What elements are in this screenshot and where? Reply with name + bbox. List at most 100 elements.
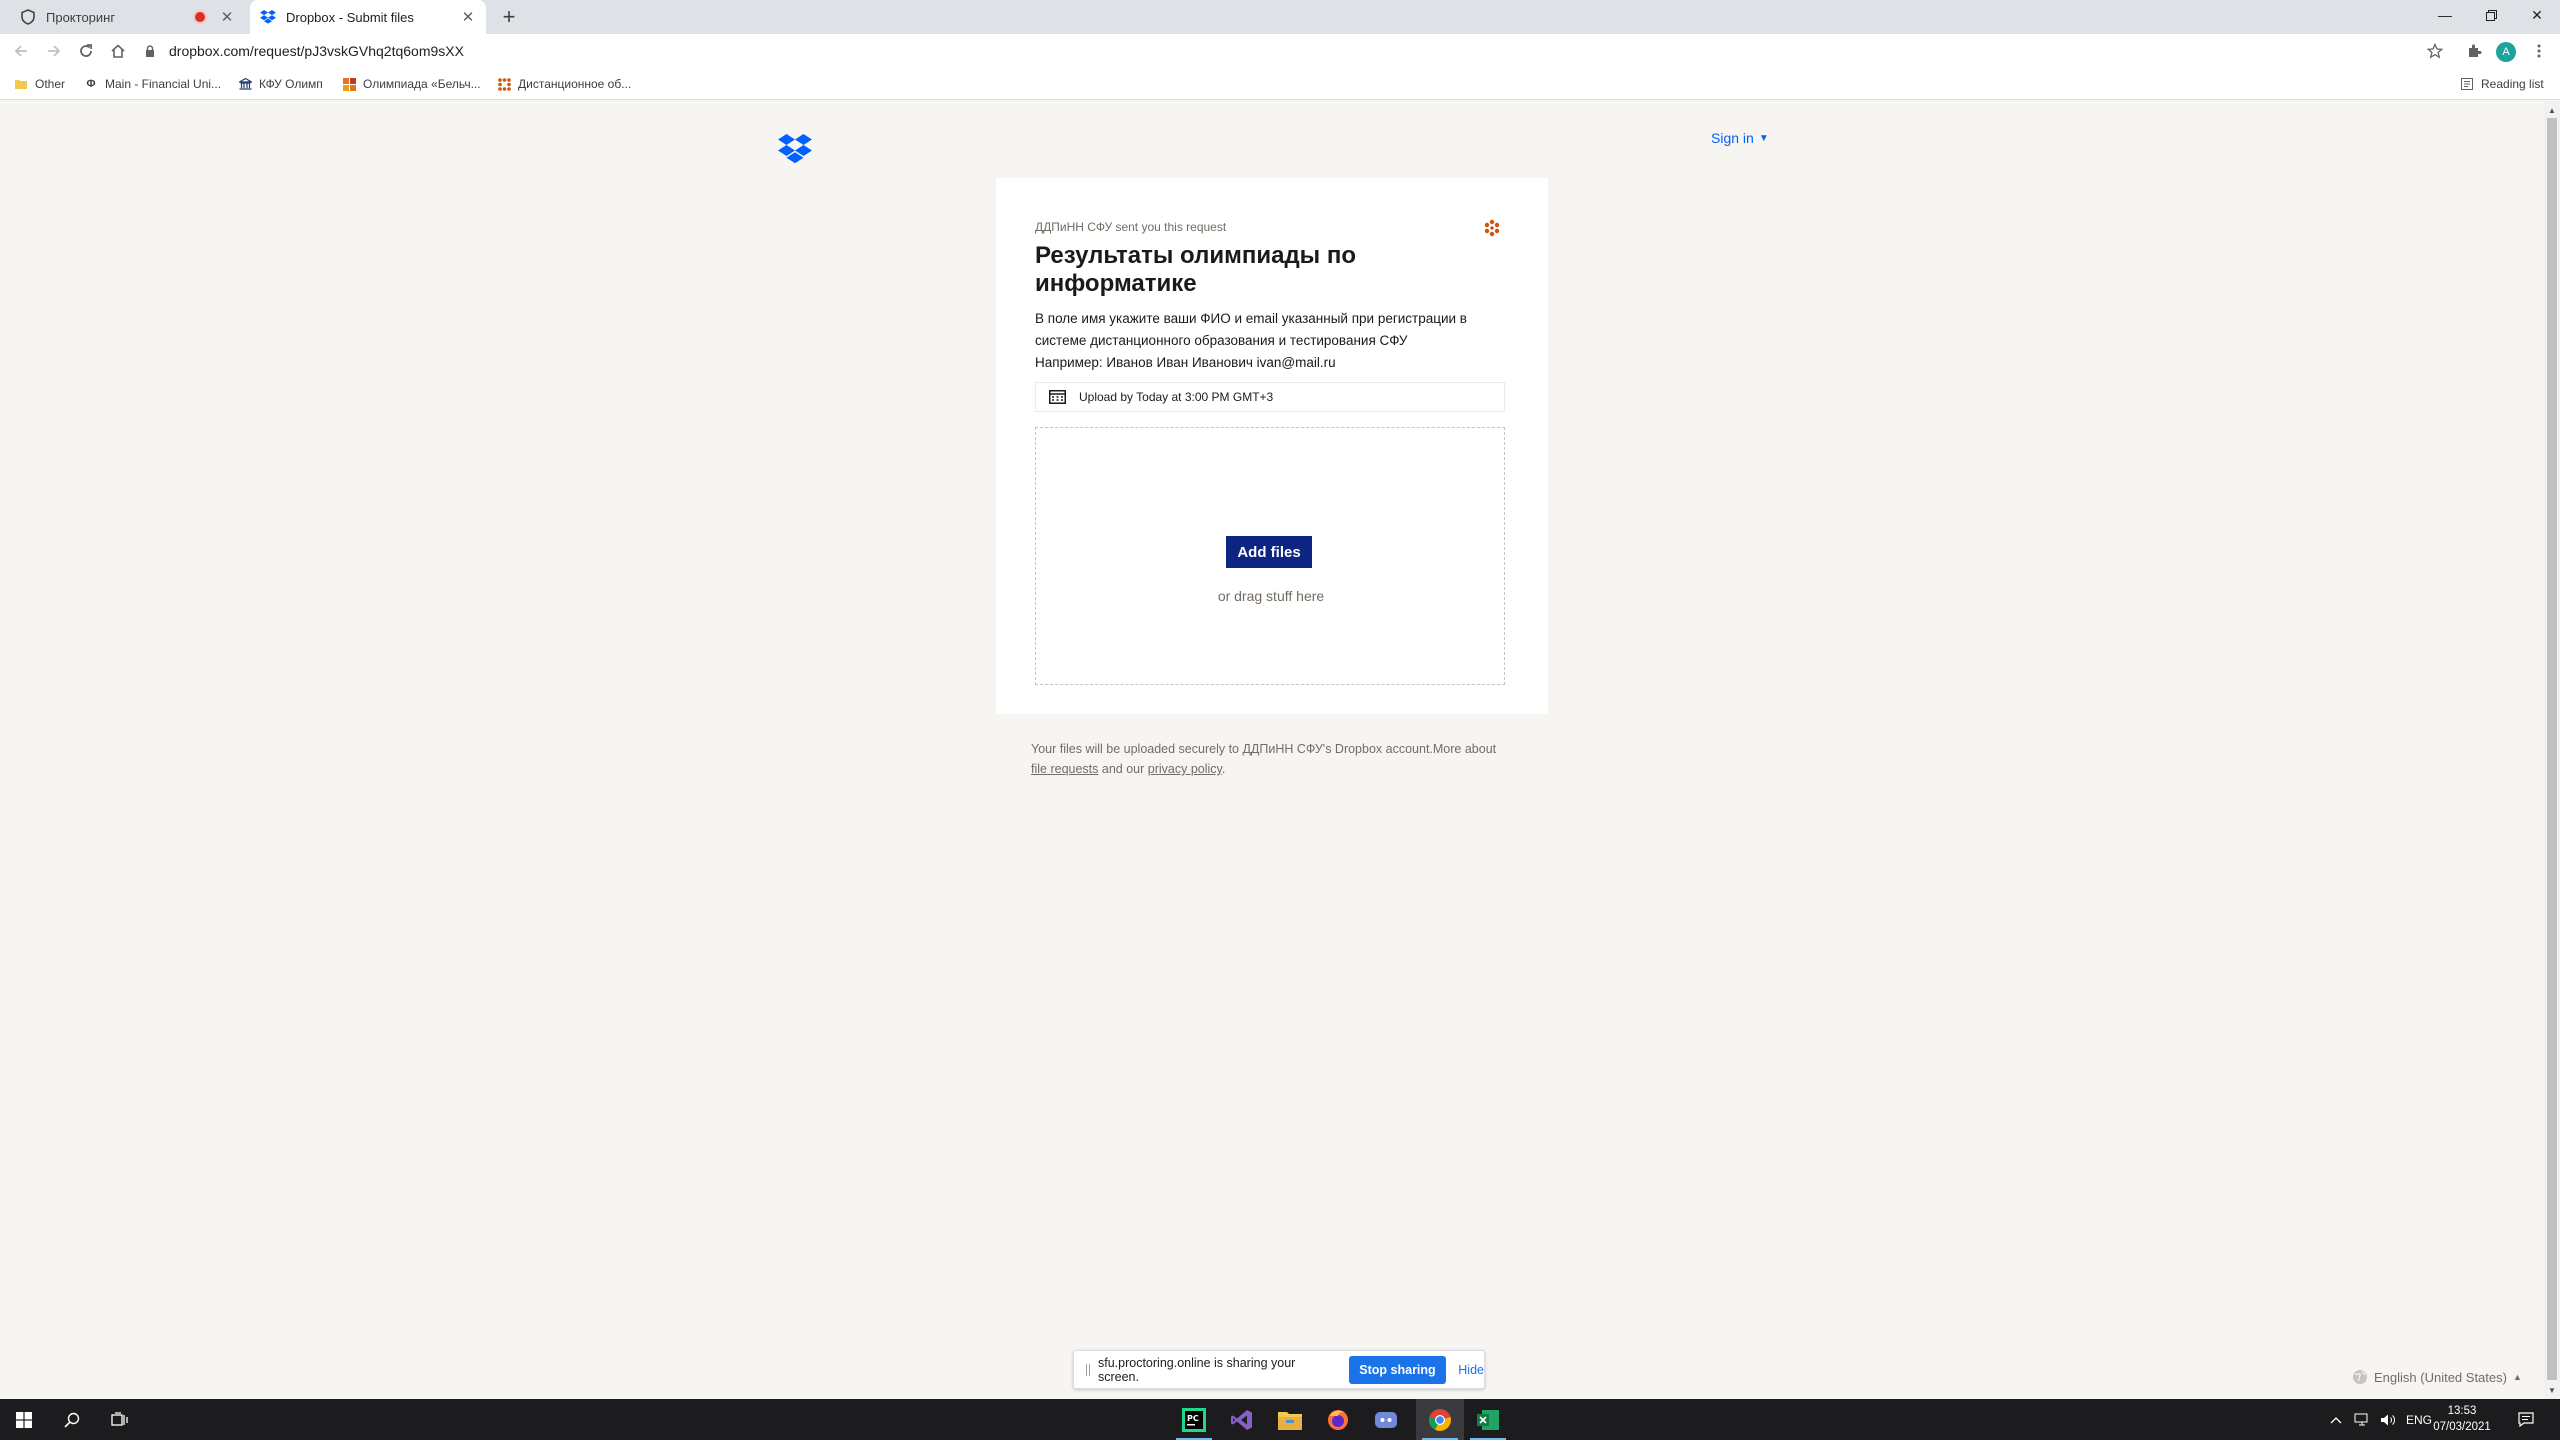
dropbox-icon [260, 9, 276, 25]
home-icon[interactable] [107, 40, 129, 62]
sign-in-menu[interactable]: Sign in ▼ [1711, 130, 1769, 146]
windows-taskbar: PC ENG 13:53 07/03/2021 [0, 1399, 2560, 1440]
clock-date: 07/03/2021 [2433, 1421, 2491, 1433]
add-files-button[interactable]: Add files [1226, 536, 1312, 568]
firefox-icon[interactable] [1314, 1399, 1362, 1440]
volume-icon[interactable] [2380, 1399, 2396, 1440]
bookmark-other[interactable]: Other [14, 75, 65, 93]
tab-strip: Прокторинг ✕ Dropbox - Submit files ✕ + … [0, 0, 2560, 34]
tab-proctoring[interactable]: Прокторинг ✕ [10, 0, 245, 34]
shield-icon [20, 9, 36, 25]
share-message: sfu.proctoring.online is sharing your sc… [1097, 1355, 1296, 1384]
scrollbar-thumb[interactable] [2547, 118, 2557, 1380]
hide-button[interactable]: Hide [1458, 1363, 1484, 1377]
visual-studio-icon[interactable] [1218, 1399, 1266, 1440]
dropbox-logo[interactable] [778, 134, 812, 164]
folder-icon [14, 77, 28, 91]
pycharm-icon[interactable]: PC [1170, 1399, 1218, 1440]
bookmark-label: КФУ Олимп [259, 77, 323, 91]
calendar-icon [1049, 389, 1067, 405]
privacy-policy-link[interactable]: privacy policy [1148, 762, 1222, 776]
footer-text: Your files will be uploaded securely to … [1031, 742, 1497, 756]
clock-time: 13:53 [2447, 1405, 2477, 1417]
drag-hint: or drag stuff here [1217, 588, 1325, 604]
drag-handle-icon[interactable] [1086, 1363, 1090, 1376]
tab-dropbox[interactable]: Dropbox - Submit files ✕ [250, 0, 486, 34]
scroll-up-arrow-icon[interactable]: ▲ [2547, 106, 2557, 116]
reading-list-button[interactable]: Reading list [2460, 75, 2544, 93]
description-line: Например: Иванов Иван Иванович ivan@mail… [1035, 355, 1336, 370]
bookmark-financial-uni[interactable]: Φ Main - Financial Uni... [84, 75, 221, 93]
restore-icon[interactable] [2468, 0, 2514, 30]
svg-text:PC: PC [1187, 1414, 1199, 1423]
close-tab-icon[interactable]: ✕ [219, 8, 235, 26]
network-icon[interactable] [2354, 1399, 2370, 1440]
recording-indicator-icon [195, 12, 205, 22]
bank-icon [238, 77, 252, 91]
bookmark-distance-edu[interactable]: Дистанционное об... [497, 75, 631, 93]
language-label: English (United States) [2374, 1369, 2507, 1385]
lock-icon [145, 45, 159, 57]
deadline-box: Upload by Today at 3:00 PM GMT+3 [1035, 382, 1505, 412]
stop-sharing-button[interactable]: Stop sharing [1348, 1355, 1447, 1384]
back-icon[interactable] [10, 40, 32, 62]
caret-up-icon: ▲ [2512, 1372, 2522, 1382]
bookmark-label: Other [35, 77, 66, 91]
description-line: системе дистанционного образования и тес… [1035, 333, 1408, 348]
notifications-icon[interactable] [2518, 1399, 2534, 1440]
new-tab-button[interactable]: + [496, 4, 522, 30]
excel-icon[interactable] [1464, 1399, 1512, 1440]
requester-avatar-icon [1484, 219, 1500, 237]
grid-icon [342, 77, 356, 91]
screen-share-bar: sfu.proctoring.online is sharing your sc… [1073, 1350, 1485, 1389]
bookmark-label: Main - Financial Uni... [105, 77, 222, 91]
task-view-icon[interactable] [96, 1399, 144, 1440]
globe-icon [2353, 1370, 2367, 1384]
file-drop-zone[interactable]: Add files or drag stuff here [1035, 427, 1505, 685]
extensions-icon[interactable] [2463, 40, 2485, 62]
profile-avatar[interactable]: A [2496, 42, 2516, 62]
scroll-down-arrow-icon[interactable]: ▼ [2547, 1386, 2557, 1396]
tab-title: Dropbox - Submit files [286, 9, 414, 25]
discord-icon[interactable] [1362, 1399, 1410, 1440]
request-description: В поле имя укажите ваши ФИО и email указ… [1035, 308, 1505, 374]
tab-title: Прокторинг [46, 9, 116, 25]
input-language[interactable]: ENG [2406, 1399, 2432, 1440]
request-title: Результаты олимпиады по информатике [1035, 242, 1356, 297]
language-selector[interactable]: English (United States) ▲ [2352, 1369, 2522, 1385]
bookmark-kfu-olimp[interactable]: КФУ Олимп [238, 75, 323, 93]
bookmark-label: Дистанционное об... [518, 77, 632, 91]
sign-in-label: Sign in [1711, 130, 1754, 146]
forward-icon[interactable] [43, 40, 65, 62]
file-request-card: ДДПиНН СФУ sent you this request Результ… [996, 178, 1548, 714]
dots-icon [497, 77, 511, 91]
browser-toolbar: dropbox.com/request/pJ3vskGVhq2tq6om9sXX… [0, 34, 2560, 68]
bookmark-star-icon[interactable] [2424, 40, 2446, 62]
bookmark-label: Олимпиада «Бельч... [363, 77, 481, 91]
address-bar[interactable]: dropbox.com/request/pJ3vskGVhq2tq6om9sXX [145, 39, 2445, 63]
menu-kebab-icon[interactable] [2528, 40, 2550, 62]
url-text: dropbox.com/request/pJ3vskGVhq2tq6om9sXX [169, 43, 464, 59]
footer-text: . [1221, 762, 1226, 776]
caret-down-icon: ▼ [1758, 132, 1769, 144]
bookmark-olympiad[interactable]: Олимпиада «Бельч... [342, 75, 481, 93]
footer-text: and our [1101, 762, 1145, 776]
minimize-icon[interactable]: — [2422, 0, 2468, 30]
close-window-icon[interactable]: ✕ [2514, 0, 2560, 30]
file-requests-link[interactable]: file requests [1031, 762, 1098, 776]
description-line: В поле имя укажите ваши ФИО и email указ… [1035, 311, 1467, 326]
close-tab-icon[interactable]: ✕ [460, 8, 476, 26]
bookmarks-bar: Other Φ Main - Financial Uni... КФУ Олим… [0, 68, 2560, 100]
reading-list-label: Reading list [2481, 77, 2544, 91]
phi-icon: Φ [86, 78, 96, 90]
system-clock[interactable]: 13:53 07/03/2021 [2432, 1403, 2492, 1435]
file-explorer-icon[interactable] [1266, 1399, 1314, 1440]
reload-icon[interactable] [75, 40, 97, 62]
sender-line: ДДПиНН СФУ sent you this request [1035, 220, 1227, 234]
show-hidden-icons-chevron-icon[interactable] [2330, 1399, 2342, 1440]
upload-footer-note: Your files will be uploaded securely to … [1031, 739, 1511, 779]
chrome-icon[interactable] [1416, 1399, 1464, 1440]
start-windows-icon[interactable] [0, 1399, 48, 1440]
search-icon[interactable] [48, 1399, 96, 1440]
reading-list-icon [2460, 77, 2474, 91]
